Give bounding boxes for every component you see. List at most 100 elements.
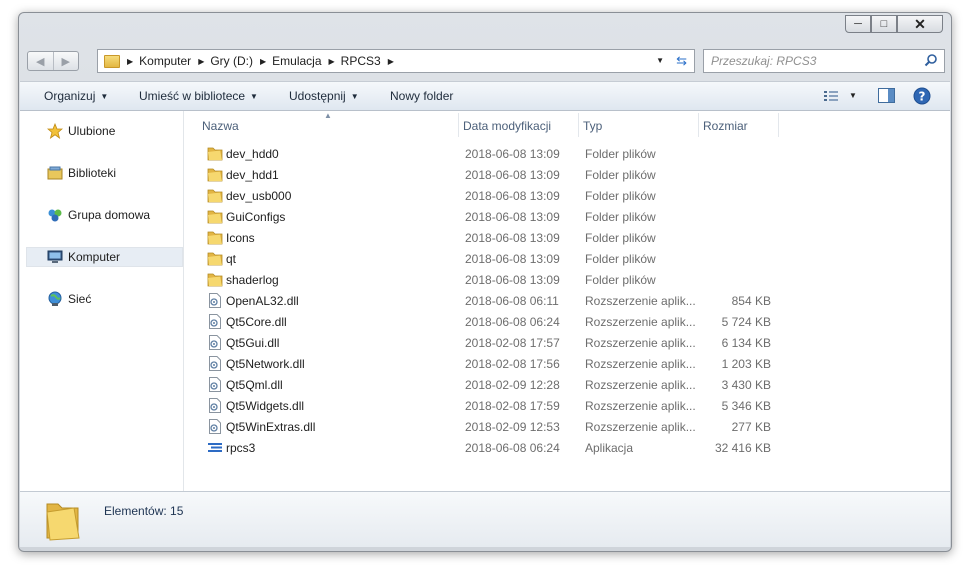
file-row[interactable]: shaderlog 2018-06-08 13:09 Folder plików bbox=[196, 269, 796, 290]
chevron-right-icon[interactable]: ▶ bbox=[388, 57, 394, 66]
file-row[interactable]: dev_hdd0 2018-06-08 13:09 Folder plików bbox=[196, 143, 796, 164]
file-row[interactable]: Qt5Core.dll 2018-06-08 06:24 Rozszerzenie … bbox=[196, 311, 796, 332]
column-header-date[interactable]: Data modyfikacji bbox=[463, 119, 551, 133]
application-icon bbox=[207, 440, 223, 455]
file-name: dev_hdd1 bbox=[226, 168, 279, 182]
network-icon bbox=[46, 291, 64, 307]
file-row[interactable]: dev_usb000 2018-06-08 13:09 Folder plików bbox=[196, 185, 796, 206]
include-in-library-menu[interactable]: Umieść w bibliotece ▼ bbox=[139, 89, 258, 103]
refresh-icon[interactable]: ⇆ bbox=[676, 53, 687, 69]
item-count: Elementów: 15 bbox=[104, 504, 184, 518]
column-header-name[interactable]: Nazwa bbox=[202, 119, 239, 133]
file-row[interactable]: Qt5WinExtras.dll 2018-02-09 12:53 Rozszerz… bbox=[196, 416, 796, 437]
file-row[interactable]: qt 2018-06-08 13:09 Folder plików bbox=[196, 248, 796, 269]
file-size: 854 KB bbox=[731, 294, 771, 308]
nav-item-libraries[interactable]: Biblioteki bbox=[28, 163, 184, 183]
file-type: Folder plików bbox=[585, 168, 656, 182]
file-name: shaderlog bbox=[226, 273, 279, 287]
chevron-right-icon[interactable]: ▶ bbox=[127, 57, 133, 66]
maximize-button[interactable]: □ bbox=[871, 15, 897, 33]
file-row[interactable]: Qt5Network.dll 2018-02-08 17:56 Rozszerzen… bbox=[196, 353, 796, 374]
forward-arrow-icon[interactable]: ▶ bbox=[54, 52, 79, 70]
column-divider[interactable] bbox=[698, 113, 699, 137]
back-arrow-icon[interactable]: ◀ bbox=[28, 52, 54, 70]
dll-file-icon bbox=[207, 293, 223, 308]
file-date: 2018-02-08 17:57 bbox=[465, 336, 560, 350]
file-name: OpenAL32.dll bbox=[226, 294, 299, 308]
minimize-button[interactable]: ─ bbox=[845, 15, 871, 33]
file-row[interactable]: dev_hdd1 2018-06-08 13:09 Folder plików bbox=[196, 164, 796, 185]
file-type: Folder plików bbox=[585, 273, 656, 287]
nav-item-favorites[interactable]: Ulubione bbox=[28, 121, 184, 141]
close-button[interactable]: ✕ bbox=[897, 15, 943, 33]
file-row[interactable]: rpcs3 2018-06-08 06:24 Aplikacja 32 416 KB bbox=[196, 437, 796, 458]
column-headers: ▲ Nazwa Data modyfikacji Typ Rozmiar bbox=[196, 111, 796, 137]
column-divider[interactable] bbox=[578, 113, 579, 137]
file-name: rpcs3 bbox=[226, 441, 256, 455]
file-size: 277 KB bbox=[731, 420, 771, 434]
file-row[interactable]: Qt5Gui.dll 2018-02-08 17:57 Rozszerzenie a… bbox=[196, 332, 796, 353]
help-icon[interactable]: ? bbox=[913, 87, 931, 105]
file-row[interactable]: Icons 2018-06-08 13:09 Folder plików bbox=[196, 227, 796, 248]
computer-icon bbox=[46, 249, 64, 265]
file-date: 2018-02-09 12:28 bbox=[465, 378, 560, 392]
file-size: 3 430 KB bbox=[721, 378, 771, 392]
column-header-size[interactable]: Rozmiar bbox=[703, 119, 748, 133]
nav-item-computer[interactable]: Komputer bbox=[26, 247, 183, 267]
file-type: Rozszerzenie aplik... bbox=[585, 294, 695, 308]
column-header-type[interactable]: Typ bbox=[583, 119, 602, 133]
folder-icon bbox=[207, 272, 223, 287]
preview-pane-icon[interactable] bbox=[878, 88, 895, 103]
breadcrumb-emulacja[interactable]: Emulacja bbox=[272, 54, 321, 68]
file-row[interactable]: OpenAL32.dll 2018-06-08 06:11 Rozszerzenie… bbox=[196, 290, 796, 311]
organize-menu[interactable]: Organizuj ▼ bbox=[44, 89, 108, 103]
chevron-right-icon[interactable]: ▶ bbox=[260, 57, 266, 66]
file-row[interactable]: GuiConfigs 2018-06-08 13:09 Folder plików bbox=[196, 206, 796, 227]
file-name: Qt5Core.dll bbox=[226, 315, 287, 329]
folder-icon bbox=[207, 209, 223, 224]
file-date: 2018-02-08 17:59 bbox=[465, 399, 560, 413]
file-date: 2018-06-08 13:09 bbox=[465, 210, 560, 224]
file-date: 2018-02-09 12:53 bbox=[465, 420, 560, 434]
sort-ascending-icon: ▲ bbox=[324, 111, 332, 120]
address-dropdown-icon[interactable]: ▼ bbox=[656, 56, 664, 65]
nav-item-homegroup[interactable]: Grupa domowa bbox=[28, 205, 184, 225]
file-name: Qt5Qml.dll bbox=[226, 378, 283, 392]
view-options-icon[interactable] bbox=[824, 91, 840, 103]
file-date: 2018-02-08 17:56 bbox=[465, 357, 560, 371]
column-divider[interactable] bbox=[778, 113, 779, 137]
folder-icon bbox=[207, 167, 223, 182]
share-menu[interactable]: Udostępnij ▼ bbox=[289, 89, 359, 103]
star-icon bbox=[46, 123, 64, 139]
chevron-right-icon[interactable]: ▶ bbox=[329, 57, 335, 66]
column-divider[interactable] bbox=[458, 113, 459, 137]
history-buttons: ◀ ▶ bbox=[27, 51, 79, 71]
homegroup-icon bbox=[46, 207, 64, 223]
breadcrumb-drive[interactable]: Gry (D:) bbox=[210, 54, 253, 68]
nav-item-network[interactable]: Sieć bbox=[28, 289, 184, 309]
address-bar[interactable]: ▶ Komputer ▶ Gry (D:) ▶ Emulacja ▶ RPCS3… bbox=[97, 49, 695, 73]
file-list: ▲ Nazwa Data modyfikacji Typ Rozmiar dev… bbox=[196, 111, 950, 491]
new-folder-button[interactable]: Nowy folder bbox=[390, 89, 453, 103]
file-type: Folder plików bbox=[585, 252, 656, 266]
details-pane: Elementów: 15 bbox=[20, 491, 950, 547]
dll-file-icon bbox=[207, 377, 223, 392]
file-name: Icons bbox=[226, 231, 255, 245]
search-icon[interactable] bbox=[924, 53, 938, 67]
search-input[interactable] bbox=[711, 54, 911, 68]
chevron-down-icon[interactable]: ▼ bbox=[849, 91, 857, 100]
content-area: Ulubione Biblioteki Grupa domowa Kompute… bbox=[20, 111, 950, 491]
file-row[interactable]: Qt5Qml.dll 2018-02-09 12:28 Rozszerzenie a… bbox=[196, 374, 796, 395]
chevron-right-icon[interactable]: ▶ bbox=[198, 57, 204, 66]
dll-file-icon bbox=[207, 419, 223, 434]
nav-item-label: Ulubione bbox=[68, 124, 116, 138]
folder-icon bbox=[207, 251, 223, 266]
nav-item-label: Sieć bbox=[68, 292, 92, 306]
file-date: 2018-06-08 13:09 bbox=[465, 273, 560, 287]
folder-icon bbox=[104, 54, 120, 68]
chevron-down-icon: ▼ bbox=[250, 92, 258, 101]
breadcrumb-rpcs3[interactable]: RPCS3 bbox=[341, 54, 381, 68]
file-row[interactable]: Qt5Widgets.dll 2018-02-08 17:59 Rozszerzen… bbox=[196, 395, 796, 416]
search-box[interactable] bbox=[703, 49, 945, 73]
breadcrumb-komputer[interactable]: Komputer bbox=[139, 54, 191, 68]
